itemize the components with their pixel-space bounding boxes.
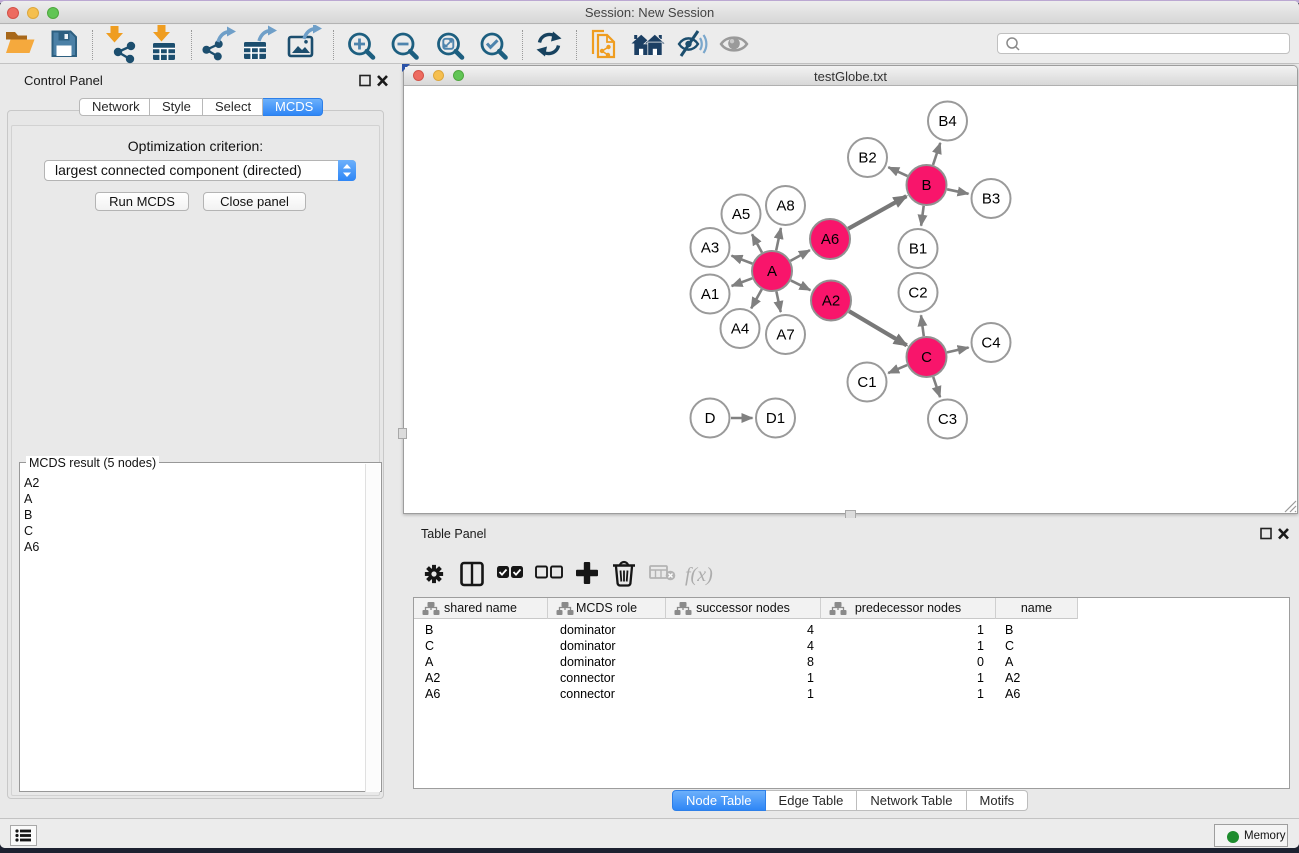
- svg-text:f(x): f(x): [685, 564, 713, 586]
- svg-text:C4: C4: [981, 335, 1000, 352]
- svg-text:B: B: [921, 177, 931, 194]
- svg-text:A1: A1: [701, 286, 719, 303]
- svg-text:A2: A2: [822, 293, 840, 310]
- svg-text:A4: A4: [731, 321, 749, 338]
- svg-text:A3: A3: [701, 240, 719, 257]
- svg-text:D: D: [705, 410, 716, 427]
- svg-text:A7: A7: [776, 327, 794, 344]
- svg-text:A6: A6: [821, 231, 839, 248]
- svg-text:B4: B4: [938, 113, 956, 130]
- svg-text:C: C: [921, 349, 932, 366]
- svg-text:A8: A8: [776, 198, 794, 215]
- svg-text:D1: D1: [766, 410, 785, 427]
- svg-text:C2: C2: [908, 285, 927, 302]
- svg-text:C1: C1: [857, 374, 876, 391]
- svg-text:B3: B3: [982, 191, 1000, 208]
- svg-text:C3: C3: [938, 411, 957, 428]
- svg-text:B2: B2: [858, 150, 876, 167]
- svg-text:A: A: [767, 263, 777, 280]
- svg-text:B1: B1: [909, 241, 927, 258]
- svg-text:A5: A5: [732, 206, 750, 223]
